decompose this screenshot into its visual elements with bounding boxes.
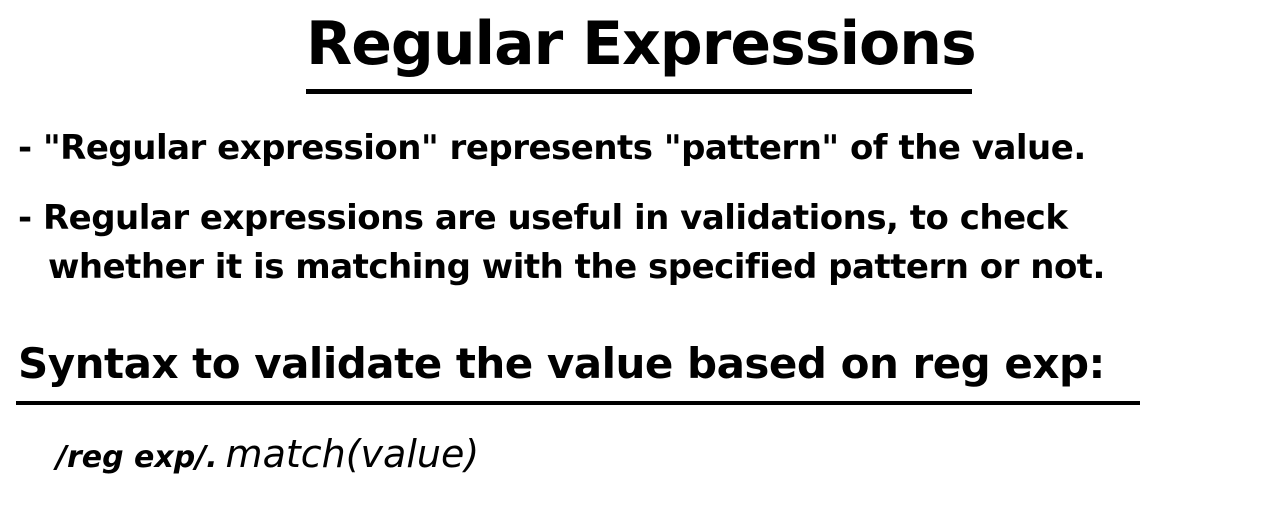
syntax-method-part: match(value) xyxy=(225,432,480,476)
title-underline xyxy=(306,89,972,94)
syntax-regexp-part: /reg exp/. xyxy=(56,440,218,475)
bullet-validation-use: - Regular expressions are useful in vali… xyxy=(18,198,1068,238)
slide: Regular Expressions - "Regular expressio… xyxy=(0,0,1280,518)
syntax-example: /reg exp/. match(value) xyxy=(56,424,479,488)
syntax-heading-underline xyxy=(16,401,1140,405)
syntax-heading: Syntax to validate the value based on re… xyxy=(18,339,1105,388)
bullet-pattern-definition: - "Regular expression" represents "patte… xyxy=(18,128,1086,168)
title-block: Regular Expressions xyxy=(306,4,977,84)
bullet-validation-use-continued: whether it is matching with the specifie… xyxy=(48,247,1105,287)
slide-title: Regular Expressions xyxy=(306,9,977,79)
